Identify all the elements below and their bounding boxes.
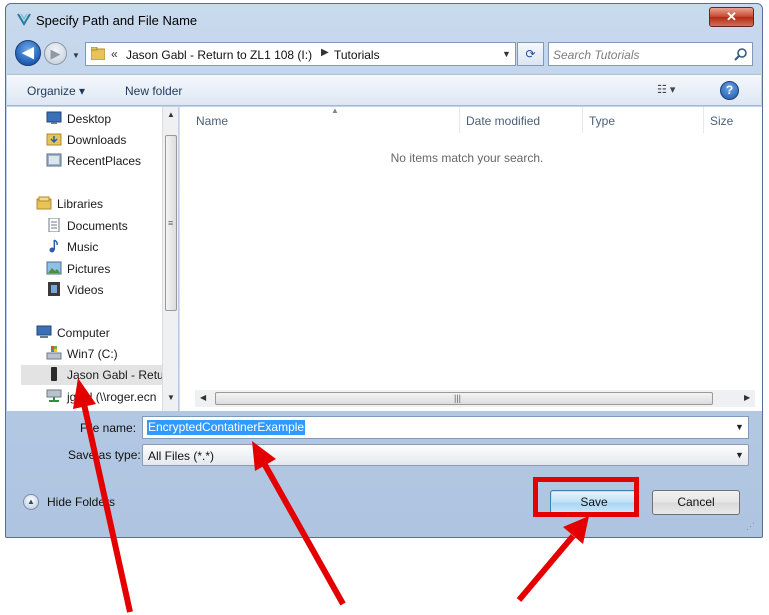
annotation-arrows xyxy=(73,378,589,613)
arrow-to-save xyxy=(516,516,589,602)
arrow-to-file-name xyxy=(252,441,346,606)
arrow-to-drive xyxy=(73,378,133,613)
